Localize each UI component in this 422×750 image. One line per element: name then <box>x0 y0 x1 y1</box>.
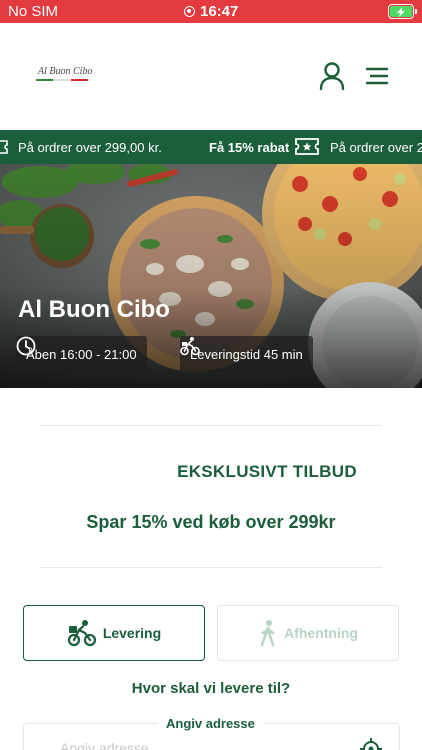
delivery-time-badge: Leveringstid 45 min <box>180 336 313 372</box>
use-location-button[interactable] <box>360 738 382 750</box>
divider <box>40 567 382 568</box>
restaurant-logo[interactable]: Al Buon Cibo <box>36 66 92 86</box>
menu-button[interactable] <box>364 65 390 87</box>
clock-label: 16:47 <box>200 3 239 20</box>
offer-title: EKSKLUSIVT TILBUD <box>177 462 357 481</box>
pickup-mode-button[interactable]: Afhentning <box>217 605 399 661</box>
status-time: 16:47 <box>184 3 238 20</box>
offer-subtitle: Spar 15% ved køb over 299kr <box>86 512 336 532</box>
opening-hours-text: Åben 16:00 - 21:00 <box>26 346 137 362</box>
ticker-text-1: På ordrer over 299,00 kr. <box>18 140 162 155</box>
clock-icon <box>16 336 36 356</box>
walking-person-icon <box>260 620 275 647</box>
delivery-bike-icon <box>67 620 96 647</box>
bicycle-courier-icon <box>180 337 200 356</box>
account-button[interactable] <box>318 61 346 91</box>
address-input[interactable] <box>60 740 340 750</box>
hero-banner: Al Buon Cibo Åben 16:00 - 21:00 Levering… <box>0 164 422 388</box>
pickup-mode-label: Afhentning <box>284 625 358 641</box>
screen-recording-icon <box>184 6 195 17</box>
delivery-question: Hvor skal vi levere til? <box>131 680 291 697</box>
address-field-label: Angiv adresse <box>158 716 263 731</box>
ticker-text-3: På ordrer over 29 <box>330 140 422 155</box>
restaurant-name: Al Buon Cibo <box>18 296 170 323</box>
logo-text: Al Buon Cibo <box>38 66 93 77</box>
divider <box>40 425 382 426</box>
status-bar: No SIM 16:47 <box>0 0 422 23</box>
discount-ticket-icon <box>295 138 319 155</box>
charging-bolt-icon <box>397 6 405 17</box>
logo-flag-stripe <box>36 79 88 81</box>
ticket-icon <box>0 140 8 154</box>
hamburger-icon <box>365 67 389 85</box>
ticker-text-2: Få 15% rabat <box>209 140 290 155</box>
delivery-mode-button[interactable]: Levering <box>23 605 205 661</box>
opening-hours-badge: Åben 16:00 - 21:00 <box>16 336 147 372</box>
app-header: Al Buon Cibo <box>0 23 422 130</box>
carrier-label: No SIM <box>8 3 59 20</box>
locate-crosshair-icon <box>360 738 382 750</box>
user-icon <box>319 62 345 91</box>
delivery-time-text: Leveringstid 45 min <box>190 346 303 362</box>
delivery-mode-label: Levering <box>102 625 162 641</box>
battery-icon <box>388 4 417 19</box>
promo-ticker: På ordrer over 299,00 kr. Få 15% rabat P… <box>0 130 422 164</box>
